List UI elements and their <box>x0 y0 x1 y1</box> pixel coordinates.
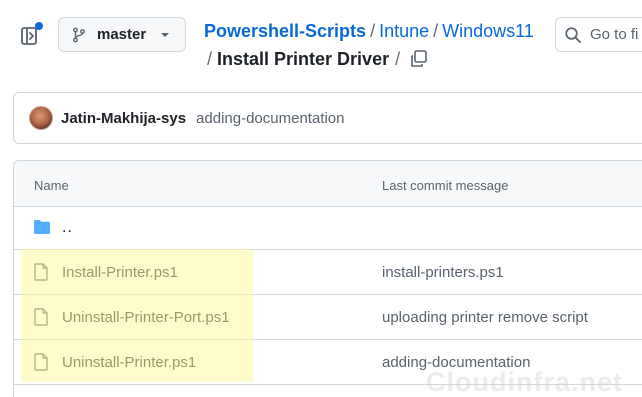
breadcrumb-intune-link[interactable]: Intune <box>379 21 429 41</box>
table-header: Name Last commit message <box>14 161 642 207</box>
copy-icon <box>411 50 427 67</box>
file-icon <box>34 263 48 281</box>
go-to-file-placeholder: Go to fi <box>590 26 639 43</box>
file-name-link[interactable]: Uninstall-Printer.ps1 <box>62 354 196 371</box>
folder-icon <box>34 220 50 234</box>
caret-down-icon <box>161 32 170 37</box>
branch-selector-button[interactable]: master <box>58 17 186 52</box>
file-icon <box>34 308 48 326</box>
breadcrumb-current-folder: Install Printer Driver <box>217 49 390 69</box>
breadcrumb-repo-link[interactable]: Powershell-Scripts <box>204 21 366 41</box>
parent-directory-link[interactable]: .. <box>62 219 73 237</box>
git-branch-icon <box>73 27 85 42</box>
watermark: Cloudinfra.net <box>426 367 623 397</box>
notification-dot <box>35 22 43 30</box>
breadcrumb-separator: / <box>395 49 401 69</box>
file-name-link[interactable]: Uninstall-Printer-Port.ps1 <box>62 309 230 326</box>
file-icon <box>34 353 48 371</box>
breadcrumb-current-line: / Install Printer Driver / <box>207 49 400 70</box>
go-to-file-input[interactable]: Go to fi <box>555 17 642 52</box>
avatar[interactable] <box>29 106 53 130</box>
breadcrumb-windows11-link[interactable]: Windows11 <box>442 21 534 41</box>
column-header-last-commit: Last commit message <box>382 178 509 193</box>
breadcrumb-separator: / <box>433 21 439 41</box>
table-row[interactable]: Uninstall-Printer-Port.ps1 uploading pri… <box>14 295 642 340</box>
latest-commit-bar: Jatin-Makhija-sys adding-documentation <box>13 92 642 144</box>
table-row[interactable]: Install-Printer.ps1 install-printers.ps1 <box>14 250 642 295</box>
sidebar-toggle-button[interactable] <box>19 22 43 48</box>
parent-directory-row[interactable]: .. <box>14 207 642 250</box>
branch-name: master <box>97 26 147 43</box>
search-icon <box>565 26 581 43</box>
copy-path-button[interactable] <box>409 49 429 69</box>
commit-author-link[interactable]: Jatin-Makhija-sys <box>61 110 186 127</box>
file-table: Name Last commit message .. Install-Prin… <box>13 160 642 397</box>
column-header-name: Name <box>34 178 69 193</box>
breadcrumb-separator: / <box>370 21 376 41</box>
breadcrumb: Powershell-Scripts / Intune / Windows11 <box>204 21 534 42</box>
commit-message-link[interactable]: adding-documentation <box>196 110 344 127</box>
file-commit-message-link[interactable]: uploading printer remove script <box>382 309 588 326</box>
file-name-link[interactable]: Install-Printer.ps1 <box>62 264 178 281</box>
file-commit-message-link[interactable]: install-printers.ps1 <box>382 264 504 281</box>
breadcrumb-separator: / <box>207 49 213 69</box>
